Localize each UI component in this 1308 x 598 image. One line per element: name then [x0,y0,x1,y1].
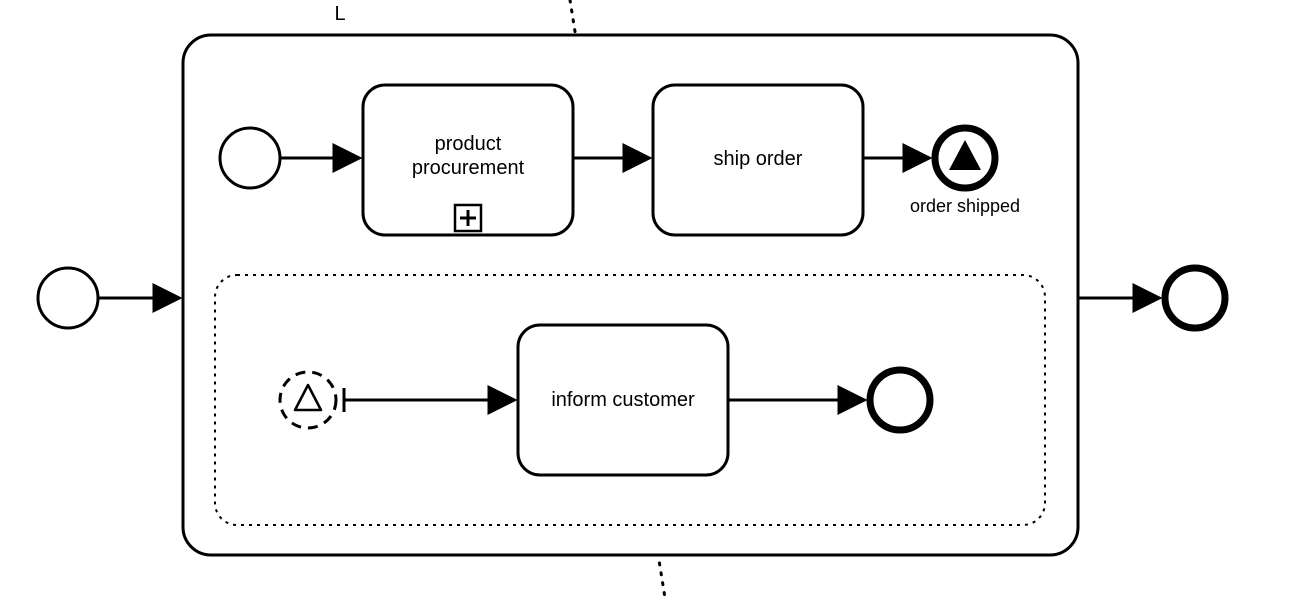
end-event-outer[interactable] [1165,268,1225,328]
task-inform-customer-label: inform customer [551,389,695,411]
bpmn-diagram: L product procurement ship order order s… [0,0,1308,598]
subprocess-container[interactable] [183,35,1078,555]
task-product-procurement-label-1: product [435,133,502,155]
task-inform-customer[interactable]: inform customer [518,325,728,475]
end-event-inner[interactable] [870,370,930,430]
signal-end-event-label: order shipped [910,196,1020,216]
collapsed-subprocess-marker-icon [455,205,481,231]
stray-letter: L [334,3,345,25]
task-product-procurement-label-2: procurement [412,157,525,179]
signal-end-event[interactable] [935,128,995,188]
task-ship-order[interactable]: ship order [653,85,863,235]
start-event-outer[interactable] [38,268,98,328]
start-event-inner[interactable] [220,128,280,188]
task-ship-order-label: ship order [714,148,803,170]
signal-start-event[interactable] [280,372,336,428]
task-product-procurement[interactable]: product procurement [363,85,573,235]
